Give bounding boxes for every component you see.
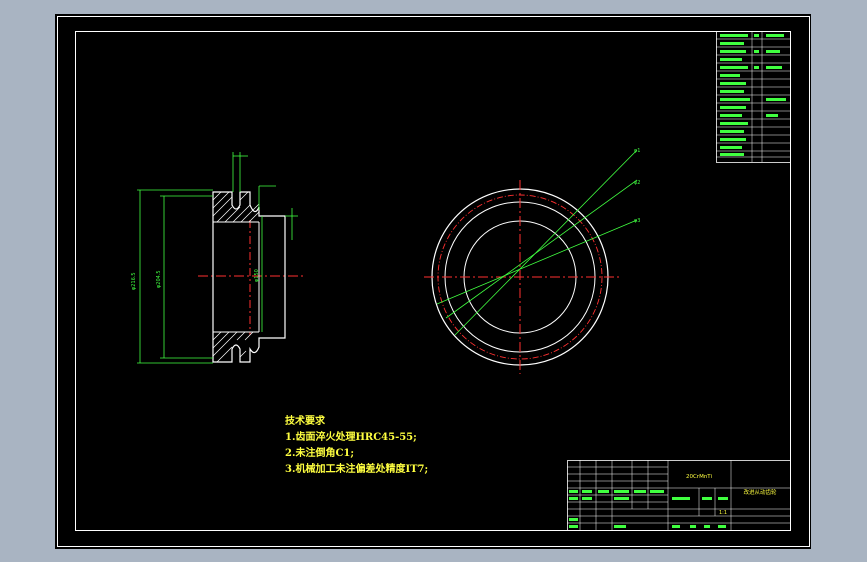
requirements-heading: 技术要求 bbox=[285, 416, 325, 427]
outer-frame bbox=[57, 16, 810, 547]
technical-requirements: 技术要求 1.齿面淬火处理HRC45-55; 2.未注倒角C1; 3.机械加工未… bbox=[285, 414, 428, 478]
front-view: φ1 φ2 φ3 bbox=[424, 148, 640, 374]
svg-text:φ3: φ3 bbox=[634, 218, 640, 224]
section-outline bbox=[212, 191, 286, 363]
drawing-name: 改进从动齿轮 bbox=[743, 488, 777, 496]
svg-text:φ204.5: φ204.5 bbox=[156, 270, 162, 288]
section-view: φ216.5 φ204.5 φ150 bbox=[131, 152, 306, 364]
requirement-1: 1.齿面淬火处理HRC45-55; bbox=[285, 432, 417, 443]
cad-viewport[interactable]: φ216.5 φ204.5 φ150 φ1 φ2 φ3 20CrMnTi 改进从… bbox=[0, 0, 867, 562]
requirement-3: 3.机械加工未注偏差处精度IT7; bbox=[285, 464, 429, 475]
section-dimensions bbox=[137, 152, 298, 364]
svg-text:φ216.5: φ216.5 bbox=[131, 272, 137, 290]
svg-text:φ1: φ1 bbox=[634, 148, 640, 154]
leader-lines bbox=[436, 149, 638, 336]
title-block: 20CrMnTi 改进从动齿轮 1:1 bbox=[567, 460, 791, 531]
svg-text:φ2: φ2 bbox=[634, 180, 640, 186]
scale-value: 1:1 bbox=[719, 510, 727, 516]
parameter-table bbox=[716, 31, 791, 163]
requirement-2: 2.未注倒角C1; bbox=[285, 448, 355, 459]
inner-frame bbox=[75, 31, 791, 531]
svg-text:φ150: φ150 bbox=[254, 269, 260, 282]
material-label: 20CrMnTi bbox=[686, 474, 713, 480]
drawing-canvas: φ216.5 φ204.5 φ150 φ1 φ2 φ3 20CrMnTi 改进从… bbox=[57, 16, 810, 547]
section-hatch-top bbox=[212, 191, 260, 223]
